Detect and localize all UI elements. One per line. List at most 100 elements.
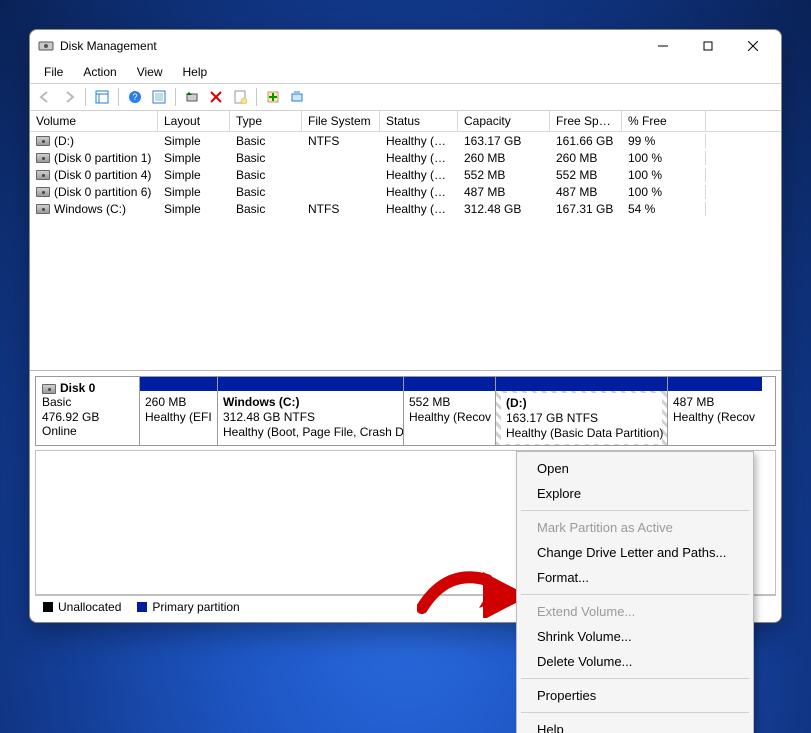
- context-menu-item[interactable]: Change Drive Letter and Paths...: [519, 540, 751, 565]
- menu-action[interactable]: Action: [75, 63, 124, 81]
- cell: Simple: [158, 202, 230, 216]
- refresh-button[interactable]: [181, 86, 203, 108]
- cell: 99 %: [622, 134, 706, 148]
- context-menu-separator: [521, 510, 749, 511]
- cell: Basic: [230, 185, 302, 199]
- cell: Healthy (E...: [380, 151, 458, 165]
- properties-icon[interactable]: [229, 86, 251, 108]
- cell: 163.17 GB: [458, 134, 550, 148]
- cell: Basic: [230, 151, 302, 165]
- context-menu: OpenExplore Mark Partition as ActiveChang…: [516, 451, 754, 733]
- cell: 260 MB: [458, 151, 550, 165]
- cell: (Disk 0 partition 1): [30, 151, 158, 165]
- settings-button[interactable]: [148, 86, 170, 108]
- menu-file[interactable]: File: [36, 63, 71, 81]
- desktop-background: Disk Management File Action View Help ?: [0, 0, 811, 733]
- table-row[interactable]: Windows (C:)SimpleBasicNTFSHealthy (B...…: [30, 200, 781, 217]
- col-type[interactable]: Type: [230, 111, 302, 132]
- disk-name: Disk 0: [60, 381, 95, 395]
- context-menu-item: Extend Volume...: [519, 599, 751, 624]
- context-menu-item[interactable]: Shrink Volume...: [519, 624, 751, 649]
- context-menu-item[interactable]: Help: [519, 717, 751, 733]
- col-layout[interactable]: Layout: [158, 111, 230, 132]
- context-menu-item[interactable]: Properties: [519, 683, 751, 708]
- cell: 552 MB: [550, 168, 622, 182]
- table-row[interactable]: (Disk 0 partition 4)SimpleBasic Healthy (…: [30, 166, 781, 183]
- back-button[interactable]: [34, 86, 56, 108]
- partition[interactable]: 552 MBHealthy (Recov: [404, 377, 496, 445]
- close-button[interactable]: [730, 32, 775, 60]
- partition[interactable]: 260 MBHealthy (EFI: [140, 377, 218, 445]
- action-green-icon[interactable]: [262, 86, 284, 108]
- show-hide-tree-button[interactable]: [91, 86, 113, 108]
- cell: Basic: [230, 134, 302, 148]
- col-filesystem[interactable]: File System: [302, 111, 380, 132]
- cell: Healthy (R...: [380, 185, 458, 199]
- cell: 167.31 GB: [550, 202, 622, 216]
- disk-status: Online: [42, 424, 77, 438]
- context-menu-separator: [521, 594, 749, 595]
- cell: (D:): [30, 134, 158, 148]
- cell: 260 MB: [550, 151, 622, 165]
- disk-size: 476.92 GB: [42, 410, 99, 424]
- help-button[interactable]: ?: [124, 86, 146, 108]
- cell: Healthy (B...: [380, 202, 458, 216]
- disk-row: Disk 0 Basic 476.92 GB Online 260 MBHeal…: [35, 376, 776, 446]
- volume-table-body[interactable]: (D:)SimpleBasicNTFSHealthy (B...163.17 G…: [30, 132, 781, 370]
- partition-strip: 260 MBHealthy (EFIWindows (C:)312.48 GB …: [140, 377, 775, 445]
- col-volume[interactable]: Volume: [30, 111, 158, 132]
- cell: (Disk 0 partition 4): [30, 168, 158, 182]
- context-menu-separator: [521, 712, 749, 713]
- partition[interactable]: (D:)163.17 GB NTFSHealthy (Basic Data Pa…: [496, 377, 668, 445]
- col-freespace[interactable]: Free Spa...: [550, 111, 622, 132]
- context-menu-item[interactable]: Delete Volume...: [519, 649, 751, 674]
- table-row[interactable]: (Disk 0 partition 1)SimpleBasic Healthy (…: [30, 149, 781, 166]
- title-bar[interactable]: Disk Management: [30, 30, 781, 61]
- forward-button[interactable]: [58, 86, 80, 108]
- col-status[interactable]: Status: [380, 111, 458, 132]
- disk-icon: [42, 384, 56, 394]
- cell: 487 MB: [458, 185, 550, 199]
- maximize-button[interactable]: [685, 32, 730, 60]
- disk-header[interactable]: Disk 0 Basic 476.92 GB Online: [36, 377, 140, 445]
- table-row[interactable]: (D:)SimpleBasicNTFSHealthy (B...163.17 G…: [30, 132, 781, 149]
- cell: 312.48 GB: [458, 202, 550, 216]
- cell: 100 %: [622, 151, 706, 165]
- menu-view[interactable]: View: [129, 63, 171, 81]
- action-blue-icon[interactable]: [286, 86, 308, 108]
- volume-table-header: Volume Layout Type File System Status Ca…: [30, 111, 781, 132]
- cell: 161.66 GB: [550, 134, 622, 148]
- context-menu-separator: [521, 678, 749, 679]
- partition[interactable]: Windows (C:)312.48 GB NTFSHealthy (Boot,…: [218, 377, 404, 445]
- context-menu-item[interactable]: Explore: [519, 481, 751, 506]
- col-pctfree[interactable]: % Free: [622, 111, 706, 132]
- disk-management-icon: [38, 38, 54, 54]
- table-row[interactable]: (Disk 0 partition 6)SimpleBasicHealthy (…: [30, 183, 781, 200]
- volume-table: Volume Layout Type File System Status Ca…: [30, 111, 781, 371]
- context-menu-item: Mark Partition as Active: [519, 515, 751, 540]
- menu-bar: File Action View Help: [30, 61, 781, 83]
- context-menu-item[interactable]: Format...: [519, 565, 751, 590]
- context-menu-item[interactable]: Open: [519, 456, 751, 481]
- col-capacity[interactable]: Capacity: [458, 111, 550, 132]
- cell: (Disk 0 partition 6): [30, 185, 158, 199]
- legend-primary: Primary partition: [152, 600, 239, 614]
- cell: Healthy (R...: [380, 168, 458, 182]
- menu-help[interactable]: Help: [175, 63, 216, 81]
- cell: NTFS: [302, 134, 380, 148]
- window-title: Disk Management: [60, 39, 157, 53]
- cell: Simple: [158, 168, 230, 182]
- minimize-button[interactable]: [640, 32, 685, 60]
- cell: Basic: [230, 168, 302, 182]
- cell: NTFS: [302, 202, 380, 216]
- cell: 487 MB: [550, 185, 622, 199]
- partition[interactable]: 487 MBHealthy (Recov: [668, 377, 762, 445]
- cell: 100 %: [622, 168, 706, 182]
- cell: Healthy (B...: [380, 134, 458, 148]
- cell: Simple: [158, 151, 230, 165]
- cell: Basic: [230, 202, 302, 216]
- svg-text:?: ?: [132, 92, 137, 102]
- cell: Windows (C:): [30, 202, 158, 216]
- toolbar: ?: [30, 83, 781, 111]
- delete-icon[interactable]: [205, 86, 227, 108]
